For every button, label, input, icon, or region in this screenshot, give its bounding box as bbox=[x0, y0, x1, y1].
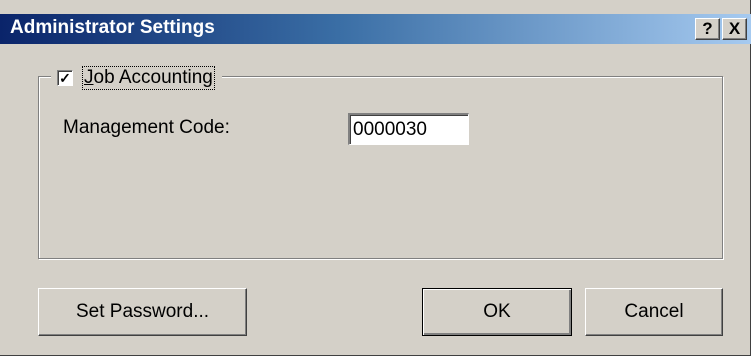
job-accounting-label[interactable]: Job Accounting bbox=[82, 66, 215, 90]
close-button[interactable]: X bbox=[722, 18, 747, 40]
help-icon: ? bbox=[702, 19, 713, 38]
window-title: Administrator Settings bbox=[10, 17, 215, 38]
close-icon: X bbox=[728, 19, 741, 38]
checkmark-icon: ✓ bbox=[59, 70, 71, 86]
management-code-label: Management Code: bbox=[63, 117, 230, 138]
set-password-button[interactable]: Set Password... bbox=[38, 288, 247, 336]
help-button[interactable]: ? bbox=[695, 18, 720, 40]
administrator-settings-dialog: Administrator Settings ? X ✓ Job Account… bbox=[0, 0, 751, 356]
job-accounting-group bbox=[38, 76, 723, 259]
cancel-button[interactable]: Cancel bbox=[585, 288, 723, 336]
job-accounting-checkbox-row[interactable]: ✓ Job Accounting bbox=[51, 63, 222, 93]
job-accounting-checkbox[interactable]: ✓ bbox=[57, 70, 73, 86]
ok-button[interactable]: OK bbox=[422, 288, 572, 336]
title-bar[interactable]: Administrator Settings ? X bbox=[0, 14, 751, 44]
management-code-input[interactable] bbox=[348, 113, 469, 145]
